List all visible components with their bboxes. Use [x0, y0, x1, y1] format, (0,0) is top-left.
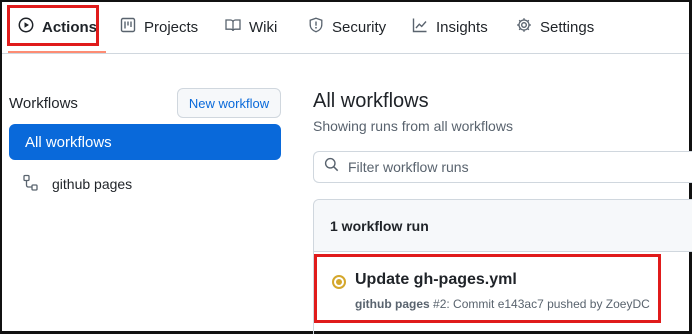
tab-actions[interactable]: Actions [18, 2, 97, 52]
tab-insights[interactable]: Insights [412, 2, 488, 52]
run-details: #2: Commit e143ac7 pushed by ZoeyDC [433, 297, 650, 311]
active-tab-indicator [8, 51, 106, 53]
page-subtitle: Showing runs from all workflows [313, 118, 513, 134]
runs-count-header: 1 workflow run [314, 200, 692, 252]
shield-icon [308, 17, 324, 37]
tab-insights-label: Insights [436, 18, 488, 36]
graph-icon [412, 17, 428, 37]
project-board-icon [120, 17, 136, 37]
gear-icon [516, 17, 532, 37]
tab-wiki-label: Wiki [249, 18, 278, 36]
filter-runs-input[interactable] [348, 159, 648, 175]
tab-settings-label: Settings [540, 18, 595, 36]
repo-nav: Actions Projects Wiki Security Insights … [2, 2, 689, 54]
workflows-sidebar: Workflows New workflow All workflows git… [0, 54, 295, 332]
sidebar-item-label: github pages [52, 176, 133, 192]
sidebar-item-label: All workflows [25, 133, 112, 151]
new-workflow-button[interactable]: New workflow [177, 88, 281, 118]
run-workflow-name: github pages [355, 297, 430, 311]
tab-security-label: Security [332, 18, 387, 36]
run-title-link[interactable]: Update gh-pages.yml [355, 271, 517, 289]
workflow-runs-list: 1 workflow run Update gh-pages.yml githu… [313, 199, 692, 334]
tab-projects[interactable]: Projects [120, 2, 198, 52]
workflow-run-row[interactable]: Update gh-pages.yml github pages #2: Com… [314, 252, 692, 332]
page-title: All workflows [313, 90, 429, 112]
filter-box [313, 151, 692, 183]
play-circle-icon [18, 17, 34, 37]
run-meta: github pages #2: Commit e143ac7 pushed b… [355, 297, 650, 311]
sidebar-item-all-workflows[interactable]: All workflows [9, 124, 281, 160]
tab-projects-label: Projects [144, 18, 199, 36]
runs-count: 1 workflow run [330, 217, 429, 234]
tab-security[interactable]: Security [308, 2, 386, 52]
workflow-icon [22, 174, 40, 195]
tab-actions-label: Actions [42, 18, 98, 36]
tab-settings[interactable]: Settings [516, 2, 594, 52]
book-icon [225, 17, 241, 37]
search-icon [324, 157, 339, 177]
in-progress-status-icon [332, 275, 346, 289]
sidebar-header: Workflows [9, 95, 78, 112]
sidebar-item-github-pages[interactable]: github pages [22, 172, 132, 196]
tab-wiki[interactable]: Wiki [225, 2, 277, 52]
